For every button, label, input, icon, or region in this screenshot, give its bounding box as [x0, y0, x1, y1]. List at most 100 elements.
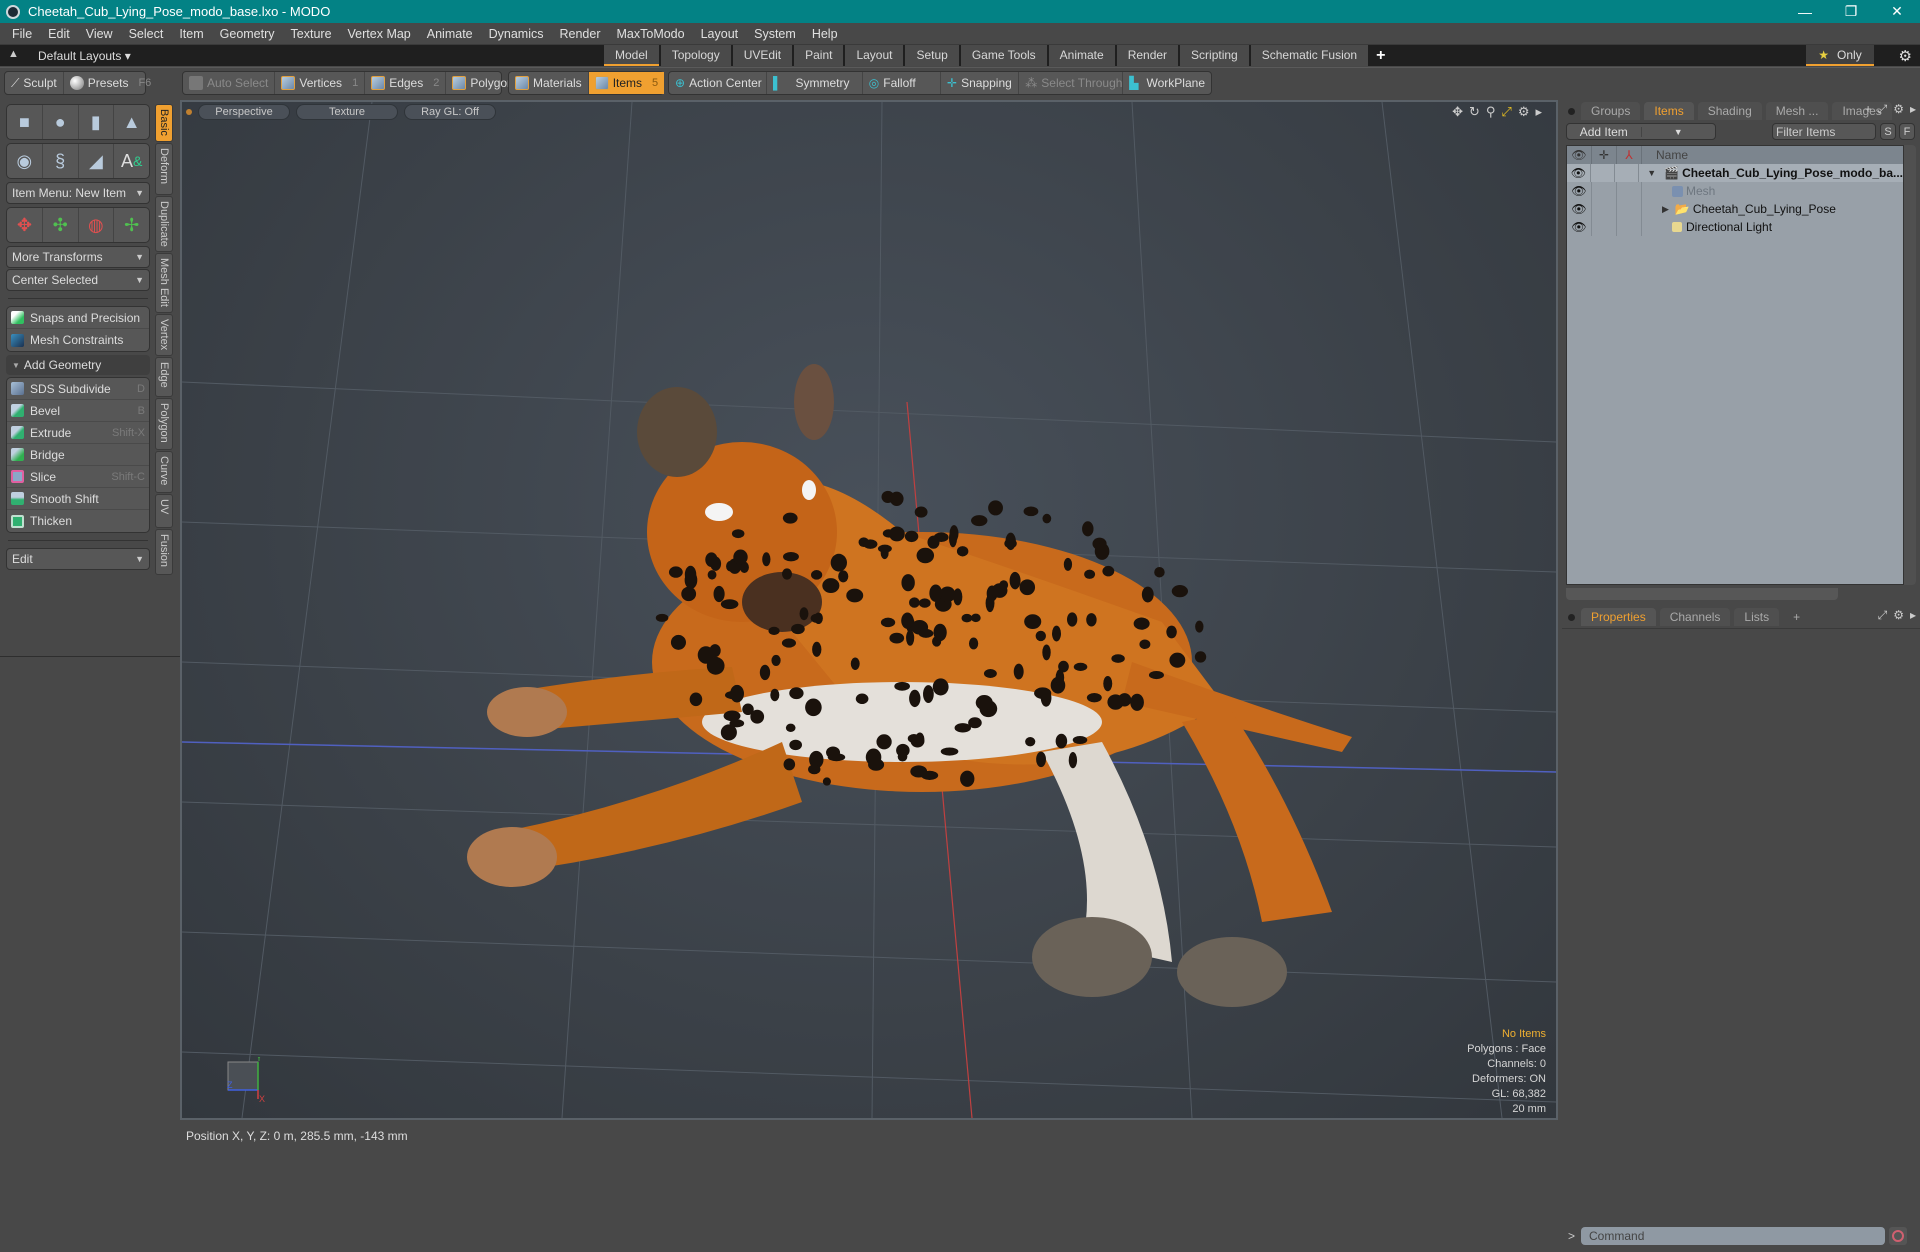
- vtab-polygon[interactable]: Polygon: [155, 398, 173, 450]
- default-layouts-dropdown[interactable]: Default Layouts ▾: [38, 49, 131, 63]
- record-macro-button[interactable]: [1889, 1227, 1908, 1245]
- bridge-button[interactable]: Bridge: [7, 444, 149, 466]
- edit-dropdown[interactable]: Edit ▼: [6, 548, 150, 570]
- text-tool-icon[interactable]: A &: [114, 144, 149, 178]
- menu-file[interactable]: File: [4, 27, 40, 41]
- vtab-fusion[interactable]: Fusion: [155, 529, 173, 575]
- cone-primitive-icon[interactable]: ▲: [114, 105, 149, 139]
- presets-button[interactable]: Presets F6: [64, 72, 158, 94]
- layout-tab-game-tools[interactable]: Game Tools: [960, 45, 1047, 66]
- tab-properties[interactable]: Properties: [1581, 608, 1656, 626]
- transform-icon[interactable]: ✥: [7, 208, 43, 242]
- menu-edit[interactable]: Edit: [40, 27, 78, 41]
- collapse-up-icon[interactable]: ▲: [8, 48, 19, 60]
- workplane-button[interactable]: ▙ WorkPlane: [1123, 72, 1211, 94]
- shading-mode-dropdown[interactable]: Texture: [296, 104, 398, 120]
- rotate-icon[interactable]: ◍: [79, 208, 115, 242]
- cube-primitive-icon[interactable]: ■: [7, 105, 43, 139]
- tree-vertical-scrollbar[interactable]: [1904, 145, 1916, 585]
- vertices-button[interactable]: Vertices 1: [275, 72, 366, 94]
- menu-geometry[interactable]: Geometry: [212, 27, 283, 41]
- menu-texture[interactable]: Texture: [283, 27, 340, 41]
- thicken-button[interactable]: Thicken: [7, 510, 149, 532]
- menu-maxtomodo[interactable]: MaxToModo: [609, 27, 693, 41]
- visibility-eye-icon[interactable]: 👁: [1567, 164, 1592, 182]
- tab-channels[interactable]: Channels: [1659, 608, 1731, 626]
- select-through-button[interactable]: ⁂ Select Through: [1019, 72, 1124, 94]
- orbit-icon[interactable]: ↻: [1469, 104, 1480, 120]
- extrude-button[interactable]: Extrude Shift-X: [7, 422, 149, 444]
- sphere-primitive-icon[interactable]: ●: [43, 105, 79, 139]
- props-more-icon[interactable]: ▸: [1910, 608, 1916, 623]
- maximize-icon[interactable]: ⤢: [1501, 104, 1511, 120]
- menu-help[interactable]: Help: [804, 27, 846, 41]
- layout-tab-schematic-fusion[interactable]: Schematic Fusion: [1250, 45, 1369, 66]
- falloff-button[interactable]: ◎ Falloff: [863, 72, 942, 94]
- snaps-and-precision-button[interactable]: Snaps and Precision: [7, 307, 149, 329]
- slice-button[interactable]: Slice Shift-C: [7, 466, 149, 488]
- vtab-vertex[interactable]: Vertex: [155, 314, 173, 356]
- layout-tab-uvedit[interactable]: UVEdit: [732, 45, 793, 66]
- restore-button[interactable]: ❐: [1828, 0, 1874, 23]
- mesh-constraints-button[interactable]: Mesh Constraints: [7, 329, 149, 351]
- layout-tab-animate[interactable]: Animate: [1048, 45, 1115, 66]
- panel-more-icon[interactable]: ▸: [1910, 102, 1916, 117]
- add-layout-tab-button[interactable]: +: [1370, 45, 1391, 66]
- sds-subdivide-button[interactable]: SDS Subdivide D: [7, 378, 149, 400]
- layout-tab-paint[interactable]: Paint: [794, 45, 844, 66]
- tree-row[interactable]: 👁 Mesh: [1567, 182, 1903, 200]
- axis-column-icon[interactable]: ⅄: [1617, 146, 1642, 164]
- sculpt-button[interactable]: ⟋ Sculpt: [5, 72, 64, 94]
- expand-triangle-icon[interactable]: ▶: [1662, 204, 1669, 215]
- layout-tab-scripting[interactable]: Scripting: [1180, 45, 1249, 66]
- menu-layout[interactable]: Layout: [693, 27, 747, 41]
- tab-items[interactable]: Items: [1644, 102, 1694, 120]
- name-column-header[interactable]: Name: [1642, 146, 1688, 164]
- zoom-icon[interactable]: ⚲: [1486, 104, 1496, 120]
- only-toggle-button[interactable]: ★ Only: [1806, 45, 1874, 66]
- materials-button[interactable]: Materials: [509, 72, 589, 94]
- vtab-duplicate[interactable]: Duplicate: [155, 196, 173, 252]
- vtab-basic[interactable]: Basic: [155, 104, 173, 142]
- tab-groups[interactable]: Groups: [1581, 102, 1641, 120]
- add-geometry-section[interactable]: ▼ Add Geometry: [6, 355, 150, 375]
- panel-options-dot[interactable]: [1568, 108, 1575, 115]
- cheetah-cub-model[interactable]: [467, 364, 1352, 1007]
- tree-row[interactable]: 👁 ▼ 🎬 Cheetah_Cub_Lying_Pose_modo_ba...: [1567, 164, 1903, 182]
- items-button[interactable]: Items 5: [588, 72, 665, 94]
- bevel-button[interactable]: Bevel B: [7, 400, 149, 422]
- visibility-eye-icon[interactable]: 👁: [1567, 182, 1592, 200]
- edges-button[interactable]: Edges 2: [365, 72, 447, 94]
- viewport-gear-icon[interactable]: ⚙: [1518, 104, 1530, 120]
- tab-shading[interactable]: Shading: [1697, 102, 1762, 120]
- menu-render[interactable]: Render: [552, 27, 609, 41]
- move-icon[interactable]: ✣: [43, 208, 79, 242]
- vtab-mesh-edit[interactable]: Mesh Edit: [155, 253, 173, 313]
- auto-select-button[interactable]: Auto Select: [183, 72, 276, 94]
- lock-column-icon[interactable]: ✛: [1592, 146, 1617, 164]
- spiral-primitive-icon[interactable]: §: [43, 144, 79, 178]
- cylinder-primitive-icon[interactable]: ▮: [79, 105, 115, 139]
- expand-icon[interactable]: ⤢: [1878, 102, 1888, 117]
- menu-dynamics[interactable]: Dynamics: [481, 27, 552, 41]
- menu-system[interactable]: System: [746, 27, 804, 41]
- snapping-button[interactable]: ✛ Snapping: [941, 72, 1020, 94]
- torus-primitive-icon[interactable]: ◉: [7, 144, 43, 178]
- center-selected-dropdown[interactable]: Center Selected ▼: [6, 269, 150, 291]
- minimize-button[interactable]: —: [1782, 0, 1828, 23]
- viewport-more-icon[interactable]: ▸: [1535, 104, 1542, 120]
- item-menu-dropdown[interactable]: Item Menu: New Item ▼: [6, 182, 150, 204]
- s-filter-button[interactable]: S: [1880, 123, 1896, 140]
- props-options-dot[interactable]: [1568, 614, 1575, 621]
- 3d-viewport[interactable]: Perspective Texture Ray GL: Off ✥ ↻ ⚲ ⤢ …: [180, 100, 1558, 1120]
- command-input[interactable]: Command: [1581, 1227, 1886, 1245]
- menu-item[interactable]: Item: [171, 27, 211, 41]
- expand-triangle-icon[interactable]: ▼: [1647, 168, 1656, 178]
- tree-horizontal-scrollbar[interactable]: [1566, 588, 1838, 600]
- pen-tool-icon[interactable]: ◢: [79, 144, 115, 178]
- layout-tab-topology[interactable]: Topology: [660, 45, 731, 66]
- layout-tab-layout[interactable]: Layout: [845, 45, 904, 66]
- visibility-eye-icon[interactable]: 👁: [1567, 200, 1592, 218]
- visibility-column-eye-icon[interactable]: 👁: [1567, 146, 1592, 164]
- action-center-button[interactable]: ⊕ Action Center: [669, 72, 767, 94]
